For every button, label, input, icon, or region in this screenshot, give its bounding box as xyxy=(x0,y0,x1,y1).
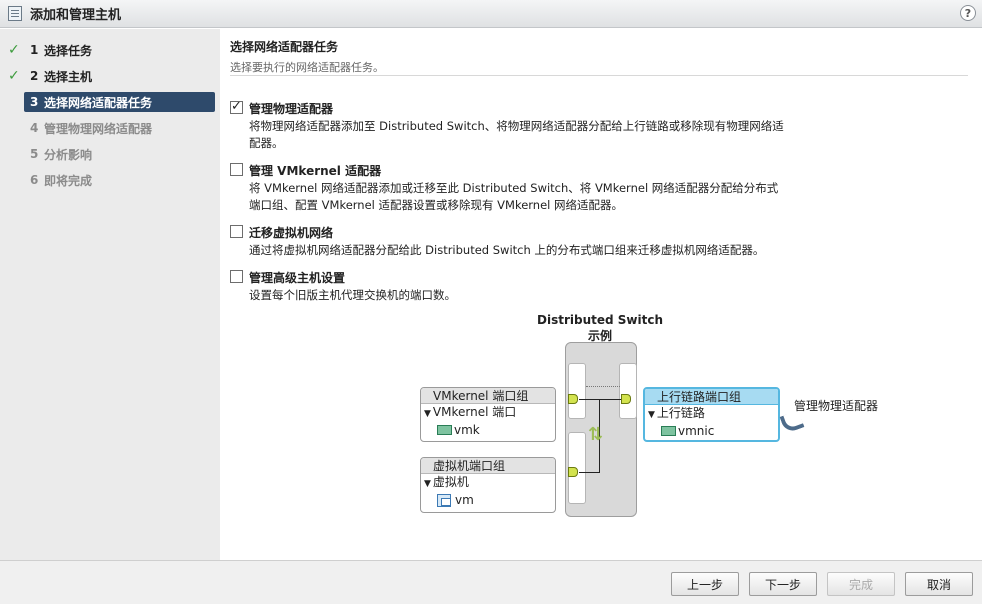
vm-port-group-header: 虚拟机端口组 xyxy=(421,458,555,474)
step-select-hosts[interactable]: ✓ 2 选择主机 xyxy=(0,63,220,89)
vmkernel-port-group: VMkernel 端口组 ▼ VMkernel 端口 vmk xyxy=(420,387,556,442)
vmkernel-port-group-header: VMkernel 端口组 xyxy=(421,388,555,404)
uplink-port-group: 上行链路端口组 ▼ 上行链路 vmnic xyxy=(643,387,780,442)
diagram-annotation: 管理物理适配器 xyxy=(794,399,879,413)
switch-slot xyxy=(568,363,586,419)
wire xyxy=(579,399,599,400)
step-label: 选择主机 xyxy=(44,69,93,84)
dotted-link xyxy=(586,386,620,387)
option-description: 设置每个旧版主机代理交换机的端口数。 xyxy=(249,288,456,302)
step-label: 选择网络适配器任务 xyxy=(44,95,153,110)
option-label: 迁移虚拟机网络 xyxy=(249,226,334,240)
vm-row: ▼ 虚拟机 xyxy=(424,475,469,489)
page-header: 选择网络适配器任务 选择要执行的网络适配器任务。 xyxy=(230,38,968,76)
expand-icon: ▼ xyxy=(424,409,431,419)
step-label: 选择任务 xyxy=(44,43,93,58)
wizard-icon xyxy=(8,6,22,21)
nic-icon xyxy=(437,425,452,435)
migrate-vm-networking-checkbox[interactable] xyxy=(230,225,243,238)
option-migrate-vm-networking: 迁移虚拟机网络 通过将虚拟机网络适配器分配给此 Distributed Swit… xyxy=(230,224,790,259)
title-bar: 添加和管理主机 ? xyxy=(0,0,982,28)
vmnic-row: vmnic xyxy=(645,423,778,439)
wire xyxy=(579,472,599,473)
switch-slot xyxy=(619,363,637,419)
vmkernel-port-row: ▼ VMkernel 端口 xyxy=(424,405,517,419)
finish-button[interactable]: 完成 xyxy=(827,572,895,596)
wizard-steps: ✓ 1 选择任务 ✓ 2 选择主机 3 选择网络适配器任务 4 管理物理网络适配… xyxy=(0,29,220,560)
window-title: 添加和管理主机 xyxy=(30,8,122,23)
distributed-switch-diagram: Distributed Switch 示例 ⇅ VMkernel 端口组 ▼ VM… xyxy=(420,311,890,521)
step-label: 即将完成 xyxy=(44,173,93,188)
option-description: 通过将虚拟机网络适配器分配给此 Distributed Switch 上的分布式… xyxy=(249,243,765,257)
vm-port-group: 虚拟机端口组 ▼ 虚拟机 vm xyxy=(420,457,556,513)
option-description: 将 VMkernel 网络适配器添加或迁移至此 Distributed Swit… xyxy=(249,181,779,212)
step-manage-physical-adapters: 4 管理物理网络适配器 xyxy=(30,121,153,136)
expand-icon: ▼ xyxy=(424,479,431,489)
vm-icon xyxy=(437,493,451,507)
page-title: 选择网络适配器任务 xyxy=(230,40,339,54)
wire xyxy=(599,399,621,400)
back-button[interactable]: 上一步 xyxy=(671,572,739,596)
traffic-arrows-icon: ⇅ xyxy=(588,424,604,445)
checkmark-icon: ✓ xyxy=(8,68,20,84)
uplink-row: ▼ 上行链路 xyxy=(648,406,705,420)
manage-physical-adapters-checkbox[interactable] xyxy=(230,99,243,114)
vm-port xyxy=(568,467,578,477)
option-label: 管理 VMkernel 适配器 xyxy=(249,164,382,178)
help-icon[interactable]: ? xyxy=(960,5,976,21)
option-manage-vmkernel-adapters: 管理 VMkernel 适配器 将 VMkernel 网络适配器添加或迁移至此 … xyxy=(230,162,790,214)
step-label: 分析影响 xyxy=(44,147,93,162)
step-select-task[interactable]: ✓ 1 选择任务 xyxy=(0,37,220,63)
checkmark-icon: ✓ xyxy=(8,42,20,58)
vm-item-row: vm xyxy=(421,492,555,508)
step-analyze-impact: 5 分析影响 xyxy=(30,147,93,162)
nic-icon xyxy=(661,426,676,436)
next-button[interactable]: 下一步 xyxy=(749,572,817,596)
option-label: 管理高级主机设置 xyxy=(249,271,346,285)
wizard-footer: 上一步 下一步 完成 取消 xyxy=(0,560,982,604)
option-manage-physical-adapters: 管理物理适配器 将物理网络适配器添加至 Distributed Switch、将… xyxy=(230,99,790,152)
step-label: 管理物理网络适配器 xyxy=(44,121,153,136)
uplink-port xyxy=(621,394,631,404)
uplink-port-group-header: 上行链路端口组 xyxy=(645,389,778,405)
step-select-adapter-tasks[interactable]: 3 选择网络适配器任务 xyxy=(24,92,215,112)
cancel-button[interactable]: 取消 xyxy=(905,572,973,596)
option-description: 将物理网络适配器添加至 Distributed Switch、将物理网络适配器分… xyxy=(249,119,784,150)
vmkernel-port xyxy=(568,394,578,404)
diagram-title: Distributed Switch 示例 xyxy=(537,313,663,343)
manage-vmkernel-adapters-checkbox[interactable] xyxy=(230,163,243,176)
page-subtitle: 选择要执行的网络适配器任务。 xyxy=(230,61,384,74)
option-manage-advanced-host-settings: 管理高级主机设置 设置每个旧版主机代理交换机的端口数。 xyxy=(230,269,790,304)
step-ready-to-complete: 6 即将完成 xyxy=(30,173,93,188)
vmk-row: vmk xyxy=(421,422,555,438)
expand-icon: ▼ xyxy=(648,410,655,420)
option-label: 管理物理适配器 xyxy=(249,102,334,116)
main-panel: 选择网络适配器任务 选择要执行的网络适配器任务。 管理物理适配器 将物理网络适配… xyxy=(220,29,982,560)
manage-advanced-host-settings-checkbox[interactable] xyxy=(230,270,243,283)
